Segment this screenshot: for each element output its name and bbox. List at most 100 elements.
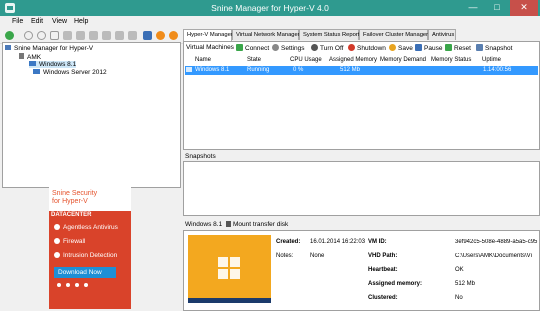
shutdown-icon xyxy=(348,44,355,51)
mount-label: Mount transfer disk xyxy=(233,221,289,228)
gear-icon xyxy=(272,44,279,51)
snapshots-panel xyxy=(183,161,540,216)
host-tree: Snine Manager for Hyper-V AMK Windows 8.… xyxy=(2,42,181,188)
reset-button[interactable]: Reset xyxy=(445,44,471,52)
snapshot-icon xyxy=(476,44,483,51)
tree-vm-label: Windows Server 2012 xyxy=(43,69,107,76)
window-title: Snine Manager for Hyper-V 4.0 xyxy=(211,3,329,13)
tools-icon[interactable] xyxy=(102,31,111,40)
tree-vm-windows-81[interactable]: Windows 8.1 xyxy=(29,61,77,68)
disabled-icon[interactable] xyxy=(24,31,33,40)
column-header-memory-demand[interactable]: Memory Demand xyxy=(380,57,426,63)
column-header-memory-status[interactable]: Memory Status xyxy=(431,57,471,63)
settings-button[interactable]: Settings xyxy=(272,44,305,52)
vmid-label: VM ID: xyxy=(368,239,387,245)
settings-label: Settings xyxy=(281,45,305,52)
cell-cpu: 0 % xyxy=(293,67,304,73)
tab-virtual-network-manager[interactable]: Virtual Network Manager xyxy=(232,29,300,40)
menu-file[interactable]: File xyxy=(12,18,23,25)
refresh-icon[interactable] xyxy=(128,31,137,40)
ad-feature-antivirus: Agentless Antivirus xyxy=(54,224,118,231)
vm-panel: Virtual Machines Connect Settings Turn O… xyxy=(183,41,540,150)
shield-icon[interactable] xyxy=(169,31,178,40)
reset-icon xyxy=(445,44,452,51)
ad-banner[interactable]: Snine Security for Hyper-V DATACENTER Ag… xyxy=(49,187,131,309)
column-header-cpu-usage[interactable]: CPU Usage xyxy=(290,57,322,63)
pause-button[interactable]: Pause xyxy=(415,44,442,52)
connect-icon xyxy=(236,44,243,51)
ad-feature-firewall: Firewall xyxy=(54,238,85,245)
menu-bar: File Edit View Help xyxy=(0,16,540,29)
ad-feature-label: Agentless Antivirus xyxy=(63,224,118,231)
save-icon xyxy=(389,44,396,51)
turn-off-label: Turn Off xyxy=(320,45,344,52)
settings-icon[interactable] xyxy=(115,31,124,40)
server-icon[interactable] xyxy=(89,31,98,40)
tree-vm-windows-server-2012[interactable]: Windows Server 2012 xyxy=(33,69,107,76)
cell-assigned-memory: 512 Mb xyxy=(340,67,361,73)
cell-uptime: 1.14:00:56 xyxy=(483,67,512,73)
antivirus-icon xyxy=(54,224,60,230)
vm-detail-panel: Created: 16.01.2014 16:22:03 Notes: None… xyxy=(183,230,540,311)
ad-feature-intrusion: Intrusion Detection xyxy=(54,252,117,259)
ad-feature-label: Firewall xyxy=(63,238,86,245)
notes-value: None xyxy=(310,253,325,259)
vm-thumbnail[interactable] xyxy=(188,235,271,303)
minimize-button[interactable]: — xyxy=(462,0,484,16)
sync-icon[interactable] xyxy=(156,31,165,40)
column-header-assigned-memory[interactable]: Assigned Memory xyxy=(329,57,377,63)
column-header-state[interactable]: State xyxy=(247,57,261,63)
host-icon xyxy=(19,53,24,59)
tree-host-label: AMK xyxy=(27,54,42,61)
maximize-button[interactable]: □ xyxy=(486,0,508,16)
manager-icon xyxy=(5,45,11,50)
save-button[interactable]: Save xyxy=(389,44,413,52)
menu-edit[interactable]: Edit xyxy=(31,18,43,25)
menu-view[interactable]: View xyxy=(52,18,67,25)
network-icon[interactable] xyxy=(63,31,72,40)
close-button[interactable]: ✕ xyxy=(510,0,538,16)
turn-off-button[interactable]: Turn Off xyxy=(311,44,343,52)
column-header-uptime[interactable]: Uptime xyxy=(482,57,501,63)
assigned-memory-label: Assigned memory: xyxy=(368,281,423,287)
reset-label: Reset xyxy=(454,45,471,52)
mount-transfer-disk-button[interactable]: Mount transfer disk xyxy=(226,221,288,228)
tab-antivirus[interactable]: Antivirus xyxy=(428,29,456,40)
list-icon[interactable] xyxy=(143,31,152,40)
tab-failover-cluster-manager[interactable]: Failover Cluster Manager xyxy=(359,29,428,40)
ad-carousel-dots[interactable] xyxy=(57,282,88,289)
shutdown-button[interactable]: Shutdown xyxy=(348,44,386,52)
tree-root[interactable]: Snine Manager for Hyper-V xyxy=(5,45,93,52)
created-label: Created: xyxy=(276,239,301,245)
pause-icon[interactable] xyxy=(50,31,59,40)
vhd-path-value: C:\Users\AMK\Documents\Vi xyxy=(455,253,532,259)
title-bar: Snine Manager for Hyper-V 4.0 — □ ✕ xyxy=(0,0,540,16)
vm-toolbar: Virtual Machines Connect Settings Turn O… xyxy=(184,42,540,54)
table-row[interactable]: Windows 8.1 Running 0 % 512 Mb 1.14:00:5… xyxy=(185,66,538,75)
computer-icon[interactable] xyxy=(76,31,85,40)
snapshot-button[interactable]: Snapshot xyxy=(476,44,512,52)
power-icon xyxy=(311,44,318,51)
tree-vm-label: Windows 8.1 xyxy=(39,61,77,68)
cell-state: Running xyxy=(247,67,270,73)
vm-icon xyxy=(29,61,36,66)
tree-host[interactable]: AMK xyxy=(19,53,41,61)
menu-help[interactable]: Help xyxy=(74,18,88,25)
tab-hyperv-manager[interactable]: Hyper-V Manager xyxy=(183,29,233,41)
vmid-value: 3ef942c5-508e-4889-a5a5-c95 xyxy=(455,239,538,245)
pause-icon xyxy=(415,44,422,51)
vm-icon xyxy=(186,67,192,74)
add-icon[interactable] xyxy=(5,31,14,40)
column-header-name[interactable]: Name xyxy=(195,57,211,63)
connect-button[interactable]: Connect xyxy=(236,44,269,52)
vm-toolbar-label: Virtual Machines xyxy=(186,44,234,51)
ad-datacenter: DATACENTER xyxy=(49,211,131,219)
heartbeat-label: Heartbeat: xyxy=(368,267,398,273)
detail-vm-name: Windows 8.1 xyxy=(185,221,223,228)
vm-icon xyxy=(33,69,40,74)
tab-system-status-report[interactable]: System Status Report xyxy=(299,29,359,40)
cell-name: Windows 8.1 xyxy=(195,67,230,73)
stop-icon[interactable] xyxy=(37,31,46,40)
ad-download-button[interactable]: Download Now xyxy=(54,267,116,278)
ad-line1: Snine Security xyxy=(52,190,98,197)
